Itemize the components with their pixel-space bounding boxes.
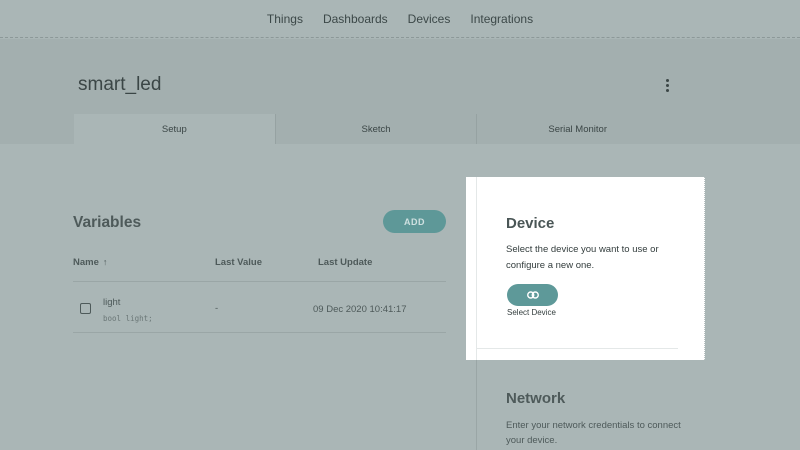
variable-declaration: bool light;	[103, 314, 153, 323]
card-divider-left	[476, 177, 477, 360]
column-divider	[476, 360, 477, 450]
link-icon	[526, 291, 539, 299]
top-nav: Things Dashboards Devices Integrations	[0, 0, 800, 38]
add-variable-button[interactable]: ADD	[383, 210, 446, 233]
device-description: Select the device you want to use or con…	[506, 244, 659, 271]
variable-last-update: 09 Dec 2020 10:41:17	[313, 304, 407, 315]
nav-things[interactable]: Things	[267, 12, 303, 26]
select-device-label[interactable]: Select Device	[507, 308, 556, 317]
device-card: Device Select the device you want to use…	[466, 177, 705, 360]
card-edge	[704, 177, 705, 360]
variable-name[interactable]: light	[103, 297, 120, 308]
row-checkbox[interactable]	[80, 303, 91, 314]
thing-tabs: Setup Sketch Serial Monitor	[74, 114, 679, 144]
column-name-label: Name	[73, 257, 99, 268]
nav-devices[interactable]: Devices	[408, 12, 451, 26]
network-title: Network	[506, 390, 566, 407]
table-header-divider	[73, 281, 446, 282]
variable-last-value: -	[215, 303, 219, 314]
nav-integrations[interactable]: Integrations	[470, 12, 533, 26]
tab-sketch[interactable]: Sketch	[274, 114, 477, 144]
network-description: Enter your network credentials to connec…	[506, 420, 681, 446]
column-header-last-value: Last Value	[215, 257, 262, 268]
variables-title: Variables	[73, 214, 142, 231]
nav-dashboards[interactable]: Dashboards	[323, 12, 388, 26]
tab-setup[interactable]: Setup	[74, 114, 275, 144]
thing-header: smart_led Setup Sketch Serial Monitor	[0, 39, 800, 144]
table-row-divider	[73, 332, 446, 333]
sort-ascending-icon: ↑	[102, 257, 108, 267]
column-header-name[interactable]: Name ↑	[73, 257, 107, 268]
column-header-last-update: Last Update	[318, 257, 373, 268]
page-title: smart_led	[78, 74, 162, 95]
select-device-button[interactable]	[507, 284, 558, 306]
card-divider-bottom	[476, 348, 678, 349]
device-title: Device	[506, 215, 555, 232]
tab-serial-monitor[interactable]: Serial Monitor	[476, 114, 679, 144]
more-vertical-icon[interactable]	[660, 75, 674, 95]
app-page: Things Dashboards Devices Integrations s…	[0, 0, 800, 450]
